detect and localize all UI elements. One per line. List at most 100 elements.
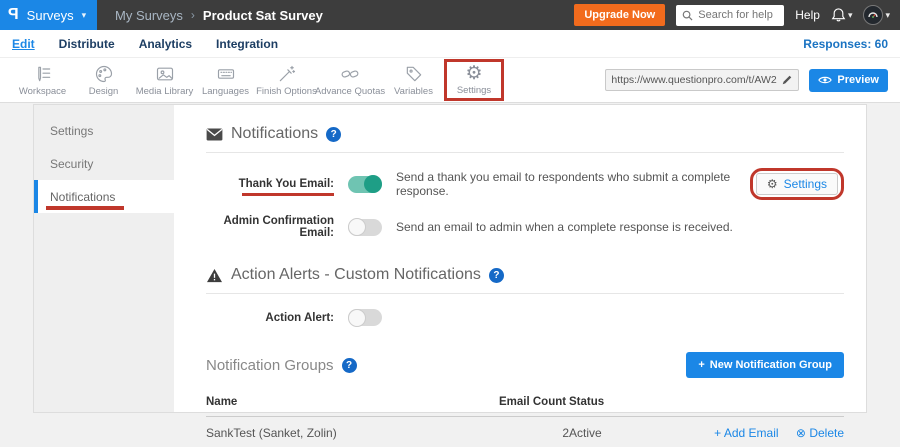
col-actions <box>674 388 844 417</box>
tool-languages[interactable]: Languages <box>195 64 256 97</box>
tool-workspace[interactable]: Workspace <box>12 64 73 97</box>
tool-variables[interactable]: Variables <box>383 64 444 97</box>
gear-icon: ⚙ <box>465 63 482 83</box>
image-icon <box>155 64 175 84</box>
action-alert-row: Action Alert: <box>206 309 844 326</box>
product-menu-label: Surveys <box>27 8 74 23</box>
tag-icon <box>404 64 424 84</box>
gauge-icon <box>867 9 879 21</box>
gear-icon: ⚙ <box>767 178 778 190</box>
thank-you-email-label: Thank You Email: <box>206 178 334 190</box>
product-menu[interactable]: P Surveys ▾ <box>0 0 97 30</box>
sidebar-item-security[interactable]: Security <box>34 147 174 180</box>
responses-count[interactable]: Responses: 60 <box>803 37 888 51</box>
tool-settings[interactable]: ⚙ Settings <box>447 63 501 96</box>
preview-label: Preview <box>837 74 879 86</box>
keyboard-icon <box>216 64 236 84</box>
group-status[interactable]: Active <box>569 417 674 447</box>
col-status: Status <box>569 388 674 417</box>
header-actions: Upgrade Now Help ▾ ▾ <box>574 0 900 30</box>
breadcrumb-current-survey: Product Sat Survey <box>203 8 323 23</box>
top-header: P Surveys ▾ My Surveys › Product Sat Sur… <box>0 0 900 30</box>
preview-button[interactable]: Preview <box>809 69 888 92</box>
divider <box>206 152 844 153</box>
admin-confirmation-row: Admin Confirmation Email: Send an email … <box>206 215 844 239</box>
group-email-count[interactable]: 2 <box>499 417 569 447</box>
avatar <box>863 5 883 25</box>
notifications-bell-button[interactable]: ▾ <box>831 7 853 23</box>
table-header-row: Name Email Count Status <box>206 388 844 417</box>
thank-you-email-description: Send a thank you email to respondents wh… <box>396 170 740 198</box>
notifications-section-header: Notifications ? <box>206 125 844 143</box>
survey-url-box[interactable] <box>605 69 799 91</box>
chevron-down-icon: ▾ <box>848 10 853 21</box>
add-email-link[interactable]: + Add Email <box>714 426 778 440</box>
thank-you-settings-button[interactable]: ⚙ Settings <box>756 173 838 195</box>
magic-wand-icon <box>277 64 297 84</box>
chain-link-icon <box>340 64 360 84</box>
tool-finish-options[interactable]: Finish Options <box>256 64 317 97</box>
envelope-icon <box>206 128 223 141</box>
help-search-input[interactable] <box>698 9 778 21</box>
plus-icon: + <box>714 426 721 440</box>
bell-icon <box>831 7 846 23</box>
admin-confirmation-label: Admin Confirmation Email: <box>206 215 334 239</box>
tab-integration[interactable]: Integration <box>216 37 278 51</box>
tab-analytics[interactable]: Analytics <box>139 37 192 51</box>
action-alerts-section-header: Action Alerts - Custom Notifications ? <box>206 266 844 284</box>
divider <box>206 293 844 294</box>
edit-pencil-icon[interactable] <box>781 74 793 86</box>
sidebar-item-notifications[interactable]: Notifications <box>34 180 174 213</box>
tab-distribute[interactable]: Distribute <box>59 37 115 51</box>
breadcrumb-my-surveys[interactable]: My Surveys <box>115 8 183 23</box>
action-alerts-title: Action Alerts - Custom Notifications <box>231 266 481 284</box>
group-actions: + Add Email ⊗ Delete <box>674 417 844 447</box>
annotation-underline-thank-you <box>242 193 334 196</box>
annotation-ring-settings-button: ⚙ Settings <box>750 168 844 200</box>
eye-icon <box>818 75 832 85</box>
action-alert-toggle[interactable] <box>348 309 382 326</box>
notification-groups-table: Name Email Count Status SankTest (Sanket… <box>206 388 844 447</box>
survey-url-input[interactable] <box>611 74 777 86</box>
sidebar-item-settings[interactable]: Settings <box>34 114 174 147</box>
tool-design[interactable]: Design <box>73 64 134 97</box>
chevron-down-icon: ▾ <box>82 10 87 21</box>
delete-link[interactable]: ⊗ Delete <box>796 426 844 440</box>
tool-advance-quotas[interactable]: Advance Quotas <box>317 64 383 97</box>
thank-you-email-toggle[interactable] <box>348 176 382 193</box>
thank-you-email-row: Thank You Email: Send a thank you email … <box>206 168 844 200</box>
palette-icon <box>94 64 114 84</box>
help-icon[interactable]: ? <box>489 268 504 283</box>
help-link[interactable]: Help <box>795 8 820 22</box>
survey-nav: Edit Distribute Analytics Integration Re… <box>0 30 900 57</box>
edit-toolbar: Workspace Design Media Library Languages… <box>0 57 900 103</box>
notification-groups-header: Notification Groups ? + New Notification… <box>206 352 844 378</box>
upgrade-now-button[interactable]: Upgrade Now <box>574 4 665 26</box>
annotation-box-settings-tool: ⚙ Settings <box>444 59 504 101</box>
breadcrumb: My Surveys › Product Sat Survey <box>97 0 323 30</box>
group-name: SankTest (Sanket, Zolin) <box>206 417 499 447</box>
workspace-icon <box>33 64 53 84</box>
help-icon[interactable]: ? <box>326 127 341 142</box>
col-email-count: Email Count <box>499 388 569 417</box>
chevron-down-icon: ▾ <box>885 10 890 21</box>
new-notification-group-button[interactable]: + New Notification Group <box>686 352 844 378</box>
help-search-box[interactable] <box>676 5 784 26</box>
tab-edit[interactable]: Edit <box>12 37 35 51</box>
annotation-underline-notifications <box>46 206 124 210</box>
notification-groups-title: Notification Groups <box>206 357 334 374</box>
col-name: Name <box>206 388 499 417</box>
settings-card: Settings Security Notifications Notifica… <box>33 104 867 413</box>
delete-circle-icon: ⊗ <box>796 426 806 440</box>
action-alert-label: Action Alert: <box>206 312 334 324</box>
breadcrumb-separator-icon: › <box>191 8 195 22</box>
search-icon <box>682 10 693 21</box>
admin-confirmation-toggle[interactable] <box>348 219 382 236</box>
page-body: Settings Security Notifications Notifica… <box>0 103 900 413</box>
survey-url-group: Preview <box>605 69 888 92</box>
help-icon[interactable]: ? <box>342 358 357 373</box>
plus-icon: + <box>698 359 704 371</box>
table-row: SankTest (Sanket, Zolin) 2 Active + Add … <box>206 417 844 447</box>
account-menu-button[interactable]: ▾ <box>863 5 890 25</box>
tool-media-library[interactable]: Media Library <box>134 64 195 97</box>
